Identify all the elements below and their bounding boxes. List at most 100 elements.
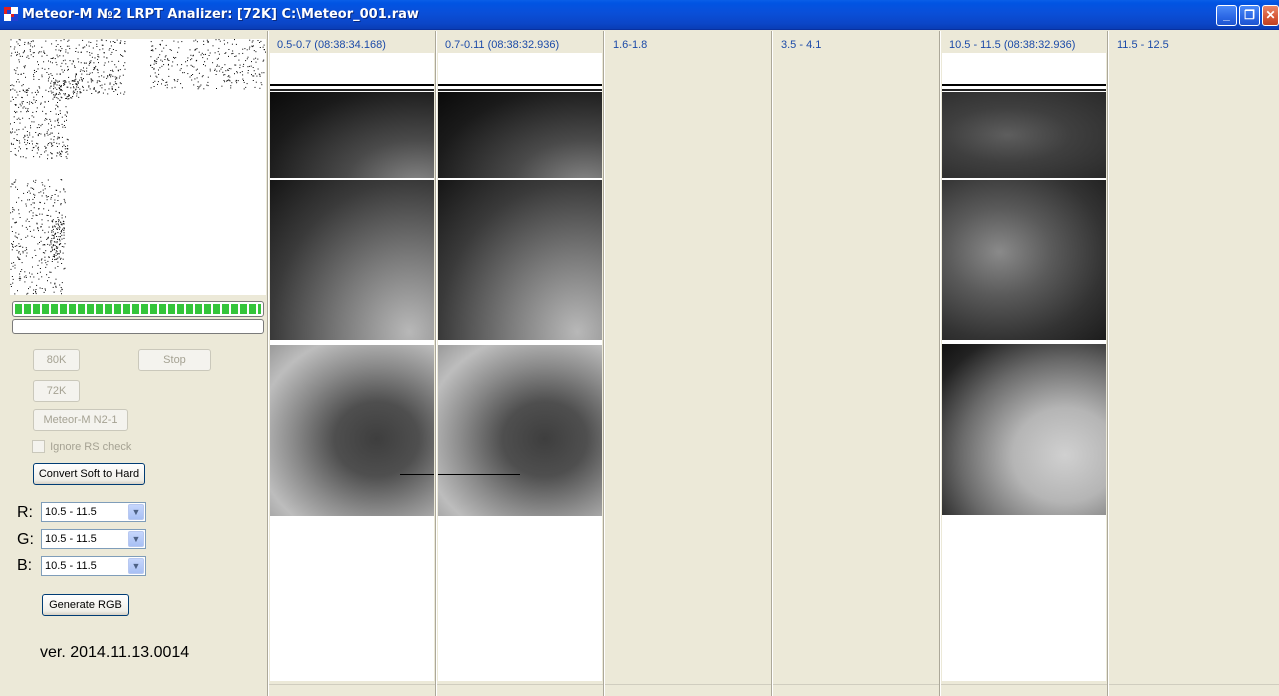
constellation-point	[52, 249, 53, 251]
r-channel-select[interactable]: 10.5 - 11.5 ▼	[41, 502, 146, 522]
constellation-point	[36, 94, 38, 96]
constellation-point	[227, 42, 229, 44]
horizontal-scrollbar[interactable]	[1109, 684, 1279, 696]
b-channel-select[interactable]: 10.5 - 11.5 ▼	[41, 556, 146, 576]
constellation-point	[57, 223, 59, 225]
constellation-point	[124, 68, 126, 70]
constellation-point	[33, 78, 35, 80]
horizontal-scrollbar[interactable]	[605, 684, 772, 696]
constellation-point	[58, 244, 60, 246]
horizontal-scrollbar[interactable]	[773, 684, 940, 696]
constellation-point	[72, 91, 74, 93]
constellation-point	[157, 81, 159, 83]
constellation-point	[10, 100, 12, 102]
constellation-point	[101, 75, 103, 77]
chevron-down-icon[interactable]: ▼	[128, 558, 144, 574]
constellation-point	[54, 225, 56, 227]
constellation-point	[20, 111, 22, 113]
constellation-point	[45, 118, 47, 119]
constellation-point	[124, 91, 126, 93]
meteor-n2-1-button[interactable]: Meteor-M N2-1	[33, 409, 128, 431]
constellation-point	[180, 83, 182, 85]
constellation-point	[63, 232, 65, 234]
constellation-point	[219, 40, 221, 42]
constellation-point	[236, 72, 238, 74]
constellation-point	[23, 137, 25, 139]
generate-rgb-button[interactable]: Generate RGB	[42, 594, 129, 616]
constellation-point	[50, 138, 52, 140]
constellation-point	[39, 201, 41, 203]
stop-button[interactable]: Stop	[138, 349, 211, 371]
constellation-point	[63, 188, 65, 190]
constellation-point	[24, 65, 26, 67]
constellation-point	[58, 256, 60, 258]
constellation-point	[119, 69, 121, 71]
constellation-point	[63, 80, 65, 82]
ignore-rs-checkbox-box[interactable]	[32, 440, 45, 453]
constellation-point	[196, 41, 198, 43]
constellation-point	[10, 85, 12, 86]
constellation-point	[72, 96, 74, 97]
constellation-point	[38, 278, 40, 280]
chevron-down-icon[interactable]: ▼	[128, 504, 144, 520]
constellation-point	[192, 74, 194, 75]
constellation-point	[53, 83, 55, 85]
constellation-point	[230, 87, 232, 89]
constellation-point	[119, 42, 121, 44]
constellation-point	[203, 88, 205, 90]
constellation-point	[57, 106, 59, 108]
constellation-point	[50, 120, 52, 122]
constellation-point	[11, 262, 13, 264]
constellation-point	[86, 73, 88, 75]
g-channel-select[interactable]: 10.5 - 11.5 ▼	[41, 529, 146, 549]
rate-72k-button[interactable]: 72K	[33, 380, 80, 402]
b-channel-value: 10.5 - 11.5	[45, 560, 97, 572]
constellation-point	[97, 58, 99, 60]
constellation-point	[103, 64, 105, 66]
constellation-point	[262, 46, 264, 48]
chevron-down-icon[interactable]: ▼	[128, 531, 144, 547]
constellation-point	[45, 40, 47, 42]
constellation-point	[203, 54, 205, 56]
constellation-point	[226, 80, 228, 81]
convert-soft-to-hard-button[interactable]: Convert Soft to Hard	[33, 463, 145, 485]
constellation-point	[21, 85, 23, 87]
horizontal-scrollbar[interactable]	[437, 684, 604, 696]
horizontal-scrollbar[interactable]	[269, 684, 436, 696]
channel-panel-1-6-1-8: 1.6-1.8	[603, 31, 772, 696]
constellation-point	[37, 134, 39, 136]
ignore-rs-checkbox[interactable]: Ignore RS check	[32, 440, 131, 456]
constellation-point	[250, 65, 252, 67]
constellation-point	[66, 45, 68, 47]
constellation-point	[150, 41, 152, 43]
minimize-button[interactable]: _	[1216, 5, 1237, 26]
constellation-point	[246, 58, 248, 60]
constellation-point	[67, 66, 69, 68]
constellation-point	[193, 40, 195, 42]
restore-button[interactable]: ❐	[1239, 5, 1260, 26]
constellation-point	[87, 81, 89, 83]
constellation-point	[53, 141, 55, 143]
title-bar[interactable]: Meteor-M №2 LRPT Analizer: [72K] C:\Mete…	[0, 0, 1279, 30]
constellation-point	[103, 56, 105, 58]
rate-80k-button[interactable]: 80K	[33, 349, 80, 371]
constellation-point	[166, 81, 168, 83]
constellation-point	[90, 81, 92, 83]
close-button[interactable]: ✕	[1262, 5, 1279, 26]
constellation-point	[54, 58, 56, 60]
constellation-point	[116, 39, 118, 41]
constellation-point	[55, 104, 57, 106]
constellation-point	[22, 252, 24, 254]
constellation-point	[54, 199, 56, 201]
constellation-point	[238, 59, 240, 61]
constellation-point	[55, 210, 57, 212]
constellation-point	[53, 94, 55, 96]
constellation-point	[60, 156, 62, 157]
constellation-point	[27, 191, 28, 193]
horizontal-scrollbar[interactable]	[941, 684, 1108, 696]
constellation-point	[33, 207, 35, 209]
constellation-point	[80, 62, 82, 64]
constellation-point	[47, 280, 48, 282]
constellation-point	[10, 123, 11, 125]
constellation-point	[104, 62, 106, 64]
